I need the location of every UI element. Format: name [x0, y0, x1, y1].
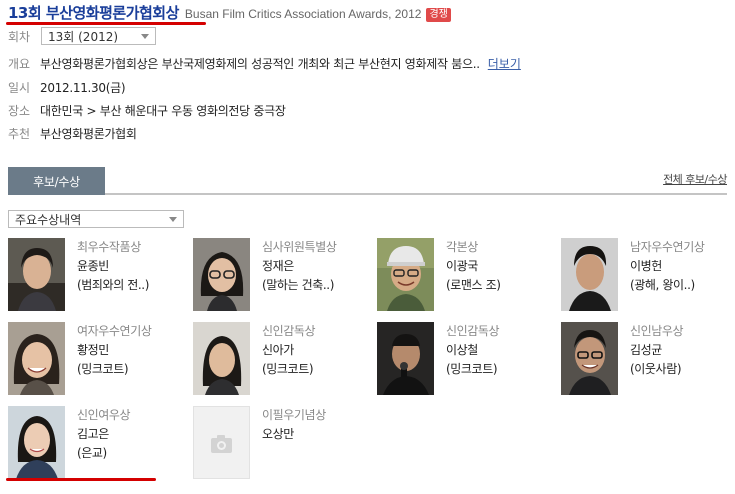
- title-highlight-underline: [6, 22, 206, 25]
- winner-name[interactable]: 이병헌: [630, 257, 735, 276]
- winner-name[interactable]: 김성균: [630, 341, 735, 360]
- winner-name[interactable]: 오상만: [262, 425, 374, 444]
- award-card[interactable]: 이필우기념상 오상만: [193, 406, 373, 481]
- award-card-text: 신인감독상 신아가 (밍크코트): [262, 322, 374, 379]
- overview-label: 개요: [8, 56, 31, 71]
- award-category: 심사위원특별상: [262, 240, 337, 254]
- award-card-text: 신인남우상 김성균 (이웃사람): [630, 322, 735, 379]
- winner-name[interactable]: 김고은: [77, 425, 189, 444]
- date-label: 일시: [8, 80, 31, 95]
- award-card-text: 신인감독상 이상철 (밍크코트): [446, 322, 558, 379]
- overview-text: 부산영화평론가협회상은 부산국제영화제의 성공적인 개최와 최근 부산현지 영화…: [40, 56, 480, 71]
- winner-name[interactable]: 이상철: [446, 341, 558, 360]
- award-card[interactable]: 남자우수연기상 이병헌 (광해, 왕이..): [561, 238, 735, 313]
- round-row: 회차: [8, 26, 40, 46]
- award-title-row: 13회 부산영화평론가협회상 Busan Film Critics Associ…: [8, 2, 451, 22]
- award-category: 신인여우상: [77, 408, 131, 422]
- portrait-photo[interactable]: [377, 322, 434, 395]
- portrait-photo[interactable]: [8, 238, 65, 311]
- round-select-value: 13회 (2012): [48, 29, 119, 44]
- place-label: 장소: [8, 103, 31, 118]
- film-title[interactable]: (이웃사람): [630, 360, 735, 379]
- award-card[interactable]: 신인감독상 신아가 (밍크코트): [193, 322, 373, 397]
- award-card[interactable]: 신인여우상 김고은 (은교): [8, 406, 188, 481]
- chevron-down-icon: [141, 33, 149, 39]
- award-card-text: 심사위원특별상 정재은 (말하는 건축..): [262, 238, 374, 295]
- portrait-photo[interactable]: [193, 238, 250, 311]
- award-category: 신인감독상: [262, 324, 316, 338]
- award-filter-select[interactable]: 주요수상내역: [8, 210, 184, 228]
- all-nominees-link[interactable]: 전체 후보/수상: [663, 171, 727, 187]
- portrait-photo[interactable]: [8, 322, 65, 395]
- award-card[interactable]: 최우수작품상 윤종빈 (범죄와의 전..): [8, 238, 188, 313]
- award-category: 신인남우상: [630, 324, 684, 338]
- place-row: 장소 대한민국 > 부산 해운대구 우동 영화의전당 중극장: [8, 100, 286, 120]
- page-title[interactable]: 13회 부산영화평론가협회상: [8, 2, 179, 23]
- chevron-down-icon: [169, 216, 177, 222]
- place-value: 대한민국 > 부산 해운대구 우동 영화의전당 중극장: [40, 103, 286, 118]
- page-title-english: Busan Film Critics Association Awards, 2…: [184, 7, 422, 21]
- portrait-photo[interactable]: [561, 322, 618, 395]
- award-filter-value: 주요수상내역: [15, 212, 82, 227]
- award-card[interactable]: 여자우수연기상 황정민 (밍크코트): [8, 322, 188, 397]
- award-category: 최우수작품상: [77, 240, 141, 254]
- film-title[interactable]: (로맨스 조): [446, 276, 558, 295]
- award-category: 이필우기념상: [262, 408, 326, 422]
- award-category: 여자우수연기상: [77, 324, 152, 338]
- more-link[interactable]: 더보기: [488, 55, 521, 72]
- date-row: 일시 2012.11.30(금): [8, 77, 126, 97]
- award-card-text: 이필우기념상 오상만: [262, 406, 374, 444]
- date-value: 2012.11.30(금): [40, 80, 126, 95]
- award-category: 신인감독상: [446, 324, 500, 338]
- competition-badge: 경쟁: [426, 8, 451, 22]
- award-card-text: 신인여우상 김고은 (은교): [77, 406, 189, 463]
- portrait-photo[interactable]: [561, 238, 618, 311]
- award-tab-bar: 후보/수상 전체 후보/수상: [8, 167, 727, 195]
- winner-name[interactable]: 신아가: [262, 341, 374, 360]
- award-card-text: 여자우수연기상 황정민 (밍크코트): [77, 322, 189, 379]
- tab-nominees-winners[interactable]: 후보/수상: [8, 167, 105, 195]
- portrait-photo[interactable]: [8, 406, 65, 479]
- film-title[interactable]: (밍크코트): [446, 360, 558, 379]
- round-label: 회차: [8, 29, 31, 44]
- film-title[interactable]: (밍크코트): [262, 360, 374, 379]
- host-label: 추천: [8, 126, 31, 141]
- winner-name[interactable]: 황정민: [77, 341, 189, 360]
- film-title[interactable]: (밍크코트): [77, 360, 189, 379]
- winner-name[interactable]: 이광국: [446, 257, 558, 276]
- film-title[interactable]: (은교): [77, 444, 189, 463]
- host-row: 추천 부산영화평론가협회: [8, 123, 137, 143]
- winner-name[interactable]: 윤종빈: [77, 257, 189, 276]
- film-title[interactable]: (광해, 왕이..): [630, 276, 735, 295]
- host-value: 부산영화평론가협회: [40, 126, 137, 141]
- award-card[interactable]: 각본상 이광국 (로맨스 조): [377, 238, 557, 313]
- winner-name[interactable]: 정재은: [262, 257, 374, 276]
- portrait-photo[interactable]: [377, 238, 434, 311]
- award-card[interactable]: 신인남우상 김성균 (이웃사람): [561, 322, 735, 397]
- award-card-text: 각본상 이광국 (로맨스 조): [446, 238, 558, 295]
- award-card[interactable]: 심사위원특별상 정재은 (말하는 건축..): [193, 238, 373, 313]
- award-card-text: 남자우수연기상 이병헌 (광해, 왕이..): [630, 238, 735, 295]
- award-category: 각본상: [446, 240, 478, 254]
- portrait-photo[interactable]: [193, 322, 250, 395]
- overview-row: 개요 부산영화평론가협회상은 부산국제영화제의 성공적인 개최와 최근 부산현지…: [8, 53, 521, 73]
- camera-placeholder-icon[interactable]: [193, 406, 250, 479]
- award-category: 남자우수연기상: [630, 240, 705, 254]
- film-title[interactable]: (말하는 건축..): [262, 276, 374, 295]
- card-highlight-underline: [6, 478, 156, 481]
- round-select[interactable]: 13회 (2012): [41, 27, 156, 45]
- award-card-text: 최우수작품상 윤종빈 (범죄와의 전..): [77, 238, 189, 295]
- award-card[interactable]: 신인감독상 이상철 (밍크코트): [377, 322, 557, 397]
- film-title[interactable]: (범죄와의 전..): [77, 276, 189, 295]
